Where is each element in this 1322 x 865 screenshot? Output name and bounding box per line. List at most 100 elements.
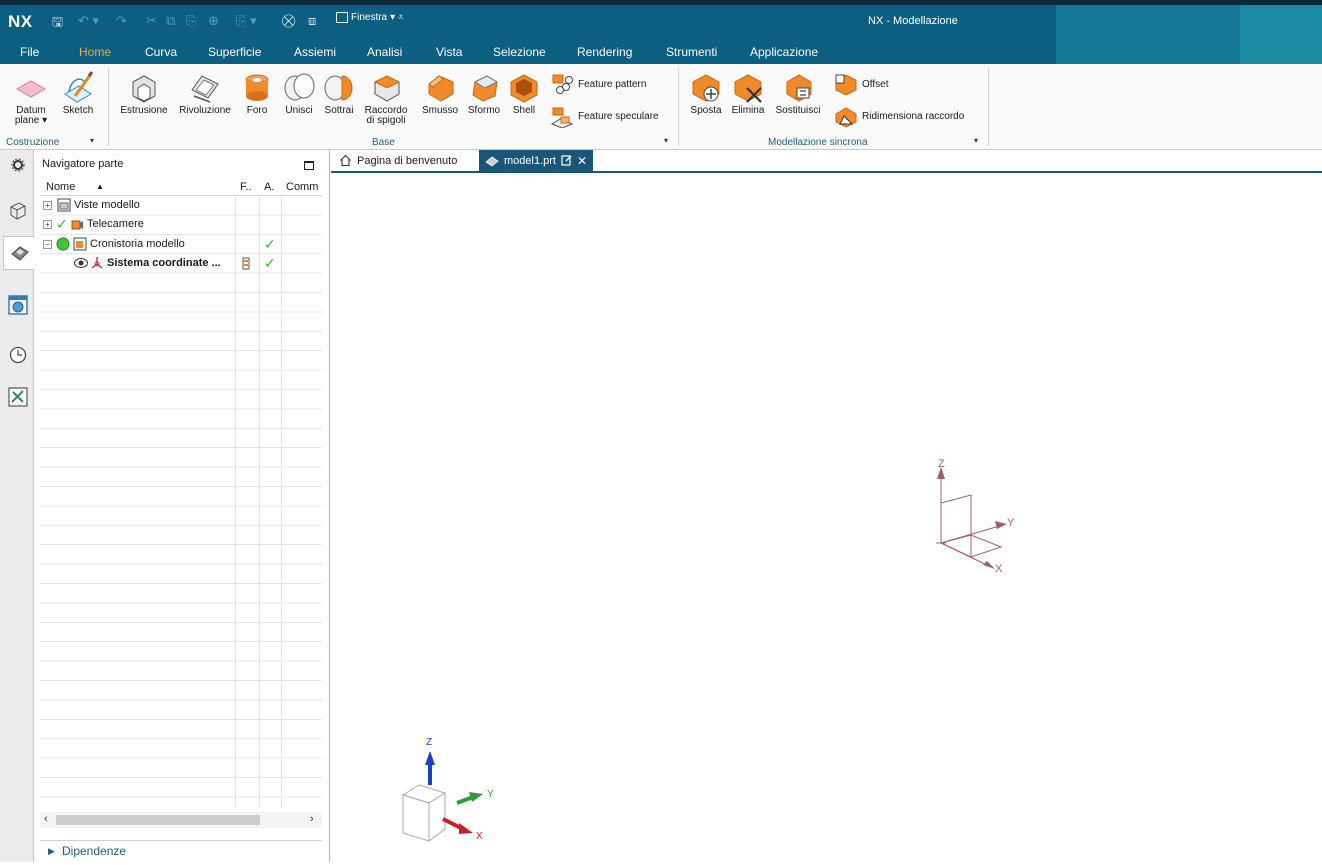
tab-applicazione[interactable]: Applicazione xyxy=(750,45,818,59)
group-label-base: Base xyxy=(372,137,395,148)
maximize-icon[interactable] xyxy=(304,161,314,170)
history-clock-icon[interactable] xyxy=(7,344,29,366)
feature-speculare-button[interactable]: Feature speculare xyxy=(550,104,659,128)
window-title: NX - Modellazione xyxy=(868,15,958,27)
sottrai-button[interactable]: Sottrai xyxy=(322,70,356,116)
check-icon: ✓ xyxy=(264,235,276,252)
unisci-button[interactable]: Unisci xyxy=(282,70,316,116)
part-file-icon xyxy=(485,156,499,166)
extrude-icon xyxy=(132,75,156,103)
part-navigator-icon[interactable] xyxy=(3,236,35,270)
save-icon[interactable]: 🖫 xyxy=(52,13,63,35)
ribbon: Datum plane ▾ Sketch Costruzione ▾ Estru… xyxy=(0,64,1322,150)
scrollbar-thumb[interactable] xyxy=(56,815,260,825)
feature-pattern-icon xyxy=(552,74,573,94)
modified-edit-icon[interactable] xyxy=(561,155,572,166)
dependencies-panel-toggle[interactable]: ▶ Dipendenze xyxy=(40,840,322,860)
window-menu[interactable]: Finestra ▾ ⩡ xyxy=(336,12,404,23)
tab-analisi[interactable]: Analisi xyxy=(367,45,402,59)
group-dropdown-icon[interactable]: ▾ xyxy=(664,136,668,145)
ridimensiona-raccordo-button[interactable]: Ridimensiona raccordo xyxy=(834,104,964,128)
home-icon xyxy=(340,154,351,167)
rivoluzione-button[interactable]: Rivoluzione xyxy=(176,70,234,116)
mirror-feature-icon xyxy=(550,107,574,128)
sketch-button[interactable]: Sketch xyxy=(58,70,98,116)
hole-icon xyxy=(245,74,269,101)
group-dropdown-icon[interactable]: ▾ xyxy=(974,136,978,145)
draft-icon xyxy=(472,75,499,102)
window-switch-icon[interactable]: ⧈ xyxy=(308,13,316,29)
csys-x-label: X xyxy=(995,563,1003,575)
resize-blend-icon xyxy=(835,107,857,128)
tab-home[interactable]: Home xyxy=(79,45,111,59)
tab-model1-prt[interactable]: model1.prt ✕ xyxy=(479,150,594,171)
chevron-down-icon: ▾ ⩡ xyxy=(390,12,404,23)
chamfer-icon xyxy=(428,75,454,102)
group-dropdown-icon[interactable]: ▾ xyxy=(90,136,94,145)
tab-assiemi[interactable]: Assiemi xyxy=(294,45,336,59)
scroll-right-icon[interactable]: › xyxy=(310,813,314,825)
undo-icon[interactable]: ↶ ▾ xyxy=(78,13,99,29)
shell-button[interactable]: Shell xyxy=(506,70,542,116)
column-header-f[interactable]: F.. xyxy=(240,181,252,193)
navigator-title: Navigatore parte xyxy=(42,158,124,170)
touch-mode-icon[interactable]: ⛒ xyxy=(282,13,295,29)
estrusione-button[interactable]: Estrusione xyxy=(116,70,172,116)
redo-icon[interactable]: ↷ xyxy=(116,13,127,29)
tab-superficie[interactable]: Superficie xyxy=(208,45,261,59)
tree-row-viste-modello[interactable]: + Viste modello xyxy=(40,196,322,215)
close-icon[interactable]: ✕ xyxy=(577,154,587,168)
column-header-a[interactable]: A. xyxy=(264,181,274,193)
settings-gear-icon[interactable] xyxy=(7,154,29,176)
tab-curva[interactable]: Curva xyxy=(145,45,177,59)
triad-x-label: X xyxy=(476,831,483,842)
unite-icon xyxy=(284,73,315,101)
tab-welcome-page[interactable]: Pagina di benvenuto xyxy=(333,150,463,171)
tab-vista[interactable]: Vista xyxy=(436,45,462,59)
datum-csys[interactable]: Z Y X xyxy=(936,458,1015,575)
navigator-tree: + Viste modello + ✓ Telecamere − Cronist… xyxy=(40,196,322,808)
cut-icon[interactable]: ✂ xyxy=(146,13,157,29)
web-browser-icon[interactable] xyxy=(7,294,29,316)
smusso-button[interactable]: Smusso xyxy=(420,70,460,116)
sformo-button[interactable]: Sformo xyxy=(464,70,504,116)
model-history-icon xyxy=(73,237,87,251)
sposta-button[interactable]: Sposta xyxy=(686,70,726,116)
command-finder-icon[interactable]: ⎘ ▾ xyxy=(236,13,257,29)
column-header-comm[interactable]: Comm xyxy=(286,181,318,193)
offset-button[interactable]: Offset xyxy=(834,72,889,96)
roles-icon[interactable] xyxy=(7,386,29,408)
horizontal-scrollbar[interactable]: ‹ › xyxy=(40,812,322,828)
tab-strumenti[interactable]: Strumenti xyxy=(666,45,717,59)
expand-arrow-icon: ▶ xyxy=(48,846,55,856)
column-header-name[interactable]: Nome xyxy=(46,181,75,193)
revolve-icon xyxy=(191,75,219,103)
sort-ascending-icon[interactable]: ▲ xyxy=(96,182,104,191)
assembly-navigator-icon[interactable] xyxy=(7,200,29,222)
tree-row-sistema-coordinate[interactable]: Sistema coordinate ... ✓ xyxy=(40,254,322,273)
expand-icon[interactable]: + xyxy=(43,201,52,210)
scroll-left-icon[interactable]: ‹ xyxy=(44,813,48,825)
collapse-icon[interactable]: − xyxy=(43,239,52,249)
elimina-button[interactable]: Elimina xyxy=(728,70,768,116)
offset-face-icon xyxy=(835,74,857,96)
tab-file[interactable]: File xyxy=(20,45,39,59)
copy-icon[interactable]: ⧉ xyxy=(166,13,175,29)
foro-button[interactable]: Foro xyxy=(240,70,274,116)
tree-row-telecamere[interactable]: + ✓ Telecamere xyxy=(40,215,322,234)
graphics-window[interactable]: Z Y X Z Y X xyxy=(331,173,1322,862)
replace-face-icon xyxy=(786,74,812,102)
feature-pattern-button[interactable]: Feature pattern xyxy=(550,72,646,96)
expand-icon[interactable]: + xyxy=(43,220,52,230)
datum-plane-button[interactable]: Datum plane ▾ xyxy=(14,70,48,126)
paste-special-icon[interactable]: ⊕ xyxy=(208,13,219,29)
tab-rendering[interactable]: Rendering xyxy=(577,45,632,59)
sostituisci-button[interactable]: Sostituisci xyxy=(772,70,824,116)
graphics-canvas[interactable]: Z Y X Z Y X xyxy=(331,173,1322,862)
visibility-eye-icon[interactable] xyxy=(74,257,88,269)
raccordo-button[interactable]: Raccordo di spigoli xyxy=(362,70,410,126)
tree-row-cronistoria-modello[interactable]: − Cronistoria modello ✓ xyxy=(40,235,322,254)
document-tabs: Pagina di benvenuto model1.prt ✕ xyxy=(331,150,1322,173)
tab-selezione[interactable]: Selezione xyxy=(493,45,546,59)
paste-icon[interactable]: ⎘ xyxy=(186,13,196,29)
